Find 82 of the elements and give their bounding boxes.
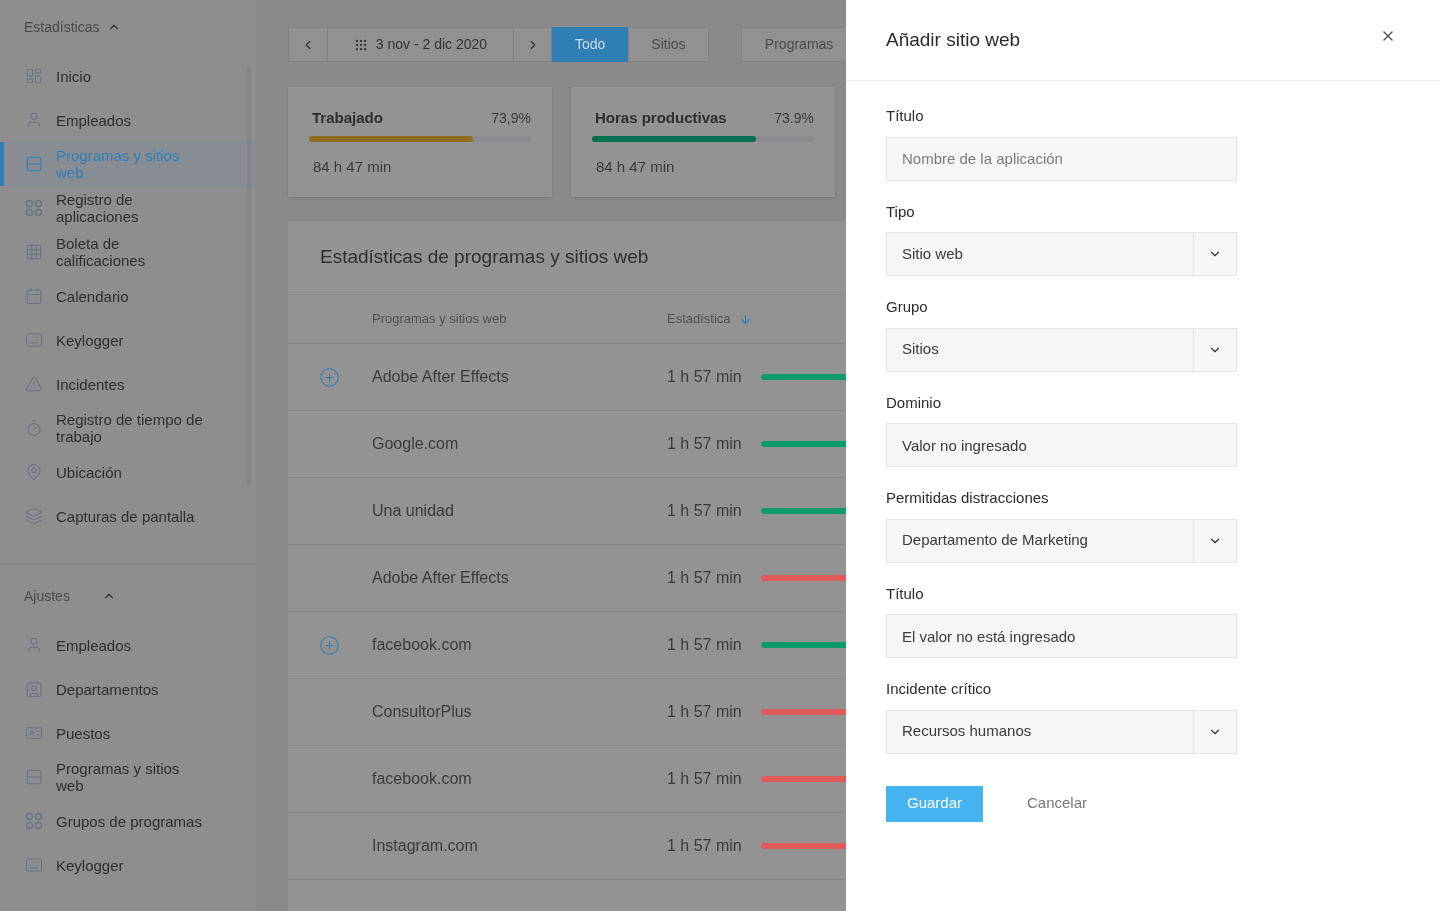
time-value: 1 h 57 min — [667, 434, 743, 454]
sidebar-item[interactable]: Puestos — [0, 711, 256, 755]
dashboard-icon — [25, 67, 43, 85]
sidebar-item[interactable]: Empleados — [0, 98, 256, 142]
time-value: 1 h 57 min — [667, 836, 743, 856]
keyboard-icon — [25, 856, 43, 874]
field-label: Incidente crítico — [886, 679, 993, 699]
stat-percent: 73,9% — [491, 109, 531, 128]
sidebar-item[interactable]: Registro de aplicaciones — [0, 186, 256, 230]
stat-value: 84 h 47 min — [312, 156, 393, 177]
program-name: Una unidad — [372, 501, 455, 521]
sidebar-item[interactable]: Calendario — [0, 274, 256, 318]
input-field[interactable]: El valor no está ingresado — [886, 614, 1237, 658]
stat-percent: 73.9% — [774, 109, 814, 128]
section-title: Estadísticas — [24, 17, 100, 37]
sidebar-item[interactable]: Departamentos — [0, 667, 256, 711]
field-label: Título — [886, 583, 925, 604]
sidebar-item[interactable]: Keylogger — [0, 843, 256, 887]
calendar-icon — [25, 287, 43, 305]
contact-card-icon — [25, 680, 43, 698]
circles-icon — [25, 199, 43, 217]
program-name: Adobe After Effects — [372, 568, 510, 588]
user-icon — [25, 636, 43, 654]
field-label: Tipo — [886, 201, 916, 222]
time-value: 1 h 57 min — [667, 769, 743, 789]
time-value: 1 h 57 min — [667, 367, 743, 387]
sidebar-item[interactable]: Registro de tiempo de trabajo — [0, 406, 256, 450]
select-field[interactable]: Sitio web — [886, 232, 1237, 276]
select-field[interactable]: Departamento de Marketing — [886, 518, 1237, 563]
sidebar-item[interactable]: Inicio — [0, 54, 256, 98]
program-name: Adobe After Effects — [372, 367, 510, 387]
program-name: Instagram.com — [372, 836, 479, 856]
program-name: Google.com — [372, 434, 460, 454]
sidebar-item[interactable]: Grupos de programas — [0, 799, 256, 843]
input-field[interactable]: Nombre de la aplicación — [886, 136, 1237, 181]
field-label: Permitidas distracciones — [886, 488, 1050, 508]
stat-title: Trabajado — [311, 108, 384, 128]
time-value: 1 h 57 min — [667, 702, 743, 722]
field-label: Título — [886, 106, 925, 126]
panel-title: Añadir sitio web — [886, 27, 1021, 52]
time-value: 1 h 57 min — [667, 635, 743, 655]
sidebar-item[interactable]: Ubicación — [0, 450, 256, 494]
layers-icon — [25, 507, 43, 525]
warning-icon — [25, 375, 43, 393]
save-button[interactable]: Guardar — [886, 785, 983, 822]
input-field[interactable]: Valor no ingresado — [886, 423, 1237, 467]
cancel-button[interactable]: Cancelar — [1027, 792, 1088, 815]
sidebar-item[interactable]: Incidentes — [0, 362, 256, 406]
time-value: 1 h 57 min — [667, 501, 743, 521]
sidebar-item[interactable]: Boleta de calificaciones — [0, 230, 256, 274]
program-name: facebook.com — [372, 769, 473, 789]
stat-title: Horas productivas — [594, 108, 728, 128]
stat-value: 84 h 47 min — [595, 156, 676, 177]
time-value: 1 h 57 min — [667, 568, 743, 588]
section-title: Ajustes — [24, 586, 70, 606]
column-header[interactable]: Programas y sitios web — [372, 309, 667, 329]
rows-icon — [25, 768, 43, 786]
rows-icon — [25, 155, 43, 173]
sidebar-item[interactable]: Programas y sitios web — [0, 755, 256, 799]
keyboard-icon — [25, 331, 43, 349]
location-pin-icon — [25, 463, 43, 481]
select-field[interactable]: Sitios — [886, 327, 1237, 372]
column-header[interactable]: Estadística — [667, 309, 731, 329]
field-label: Dominio — [886, 392, 943, 413]
filter-tab[interactable]: Todo — [552, 27, 629, 62]
date-range-button[interactable]: 3 nov - 2 dic 2020 — [328, 27, 513, 62]
circles-icon — [25, 812, 43, 830]
field-label: Grupo — [886, 297, 929, 317]
program-name: ConsultorPlus — [372, 702, 473, 722]
select-field[interactable]: Recursos humanos — [886, 709, 1237, 754]
user-icon — [25, 111, 43, 129]
id-card-icon — [25, 724, 43, 742]
sidebar-item[interactable]: Capturas de pantalla — [0, 494, 256, 538]
sidebar-item[interactable]: Keylogger — [0, 318, 256, 362]
sidebar-item[interactable]: Empleados — [0, 623, 256, 667]
timer-icon — [25, 419, 43, 437]
filter-tab[interactable]: Sitios — [628, 27, 709, 62]
sort-down-icon — [738, 312, 752, 326]
grid-dots-icon — [353, 37, 368, 52]
grid-icon — [25, 243, 43, 261]
program-name: facebook.com — [372, 635, 473, 655]
programs-button[interactable]: Programas — [740, 27, 846, 62]
